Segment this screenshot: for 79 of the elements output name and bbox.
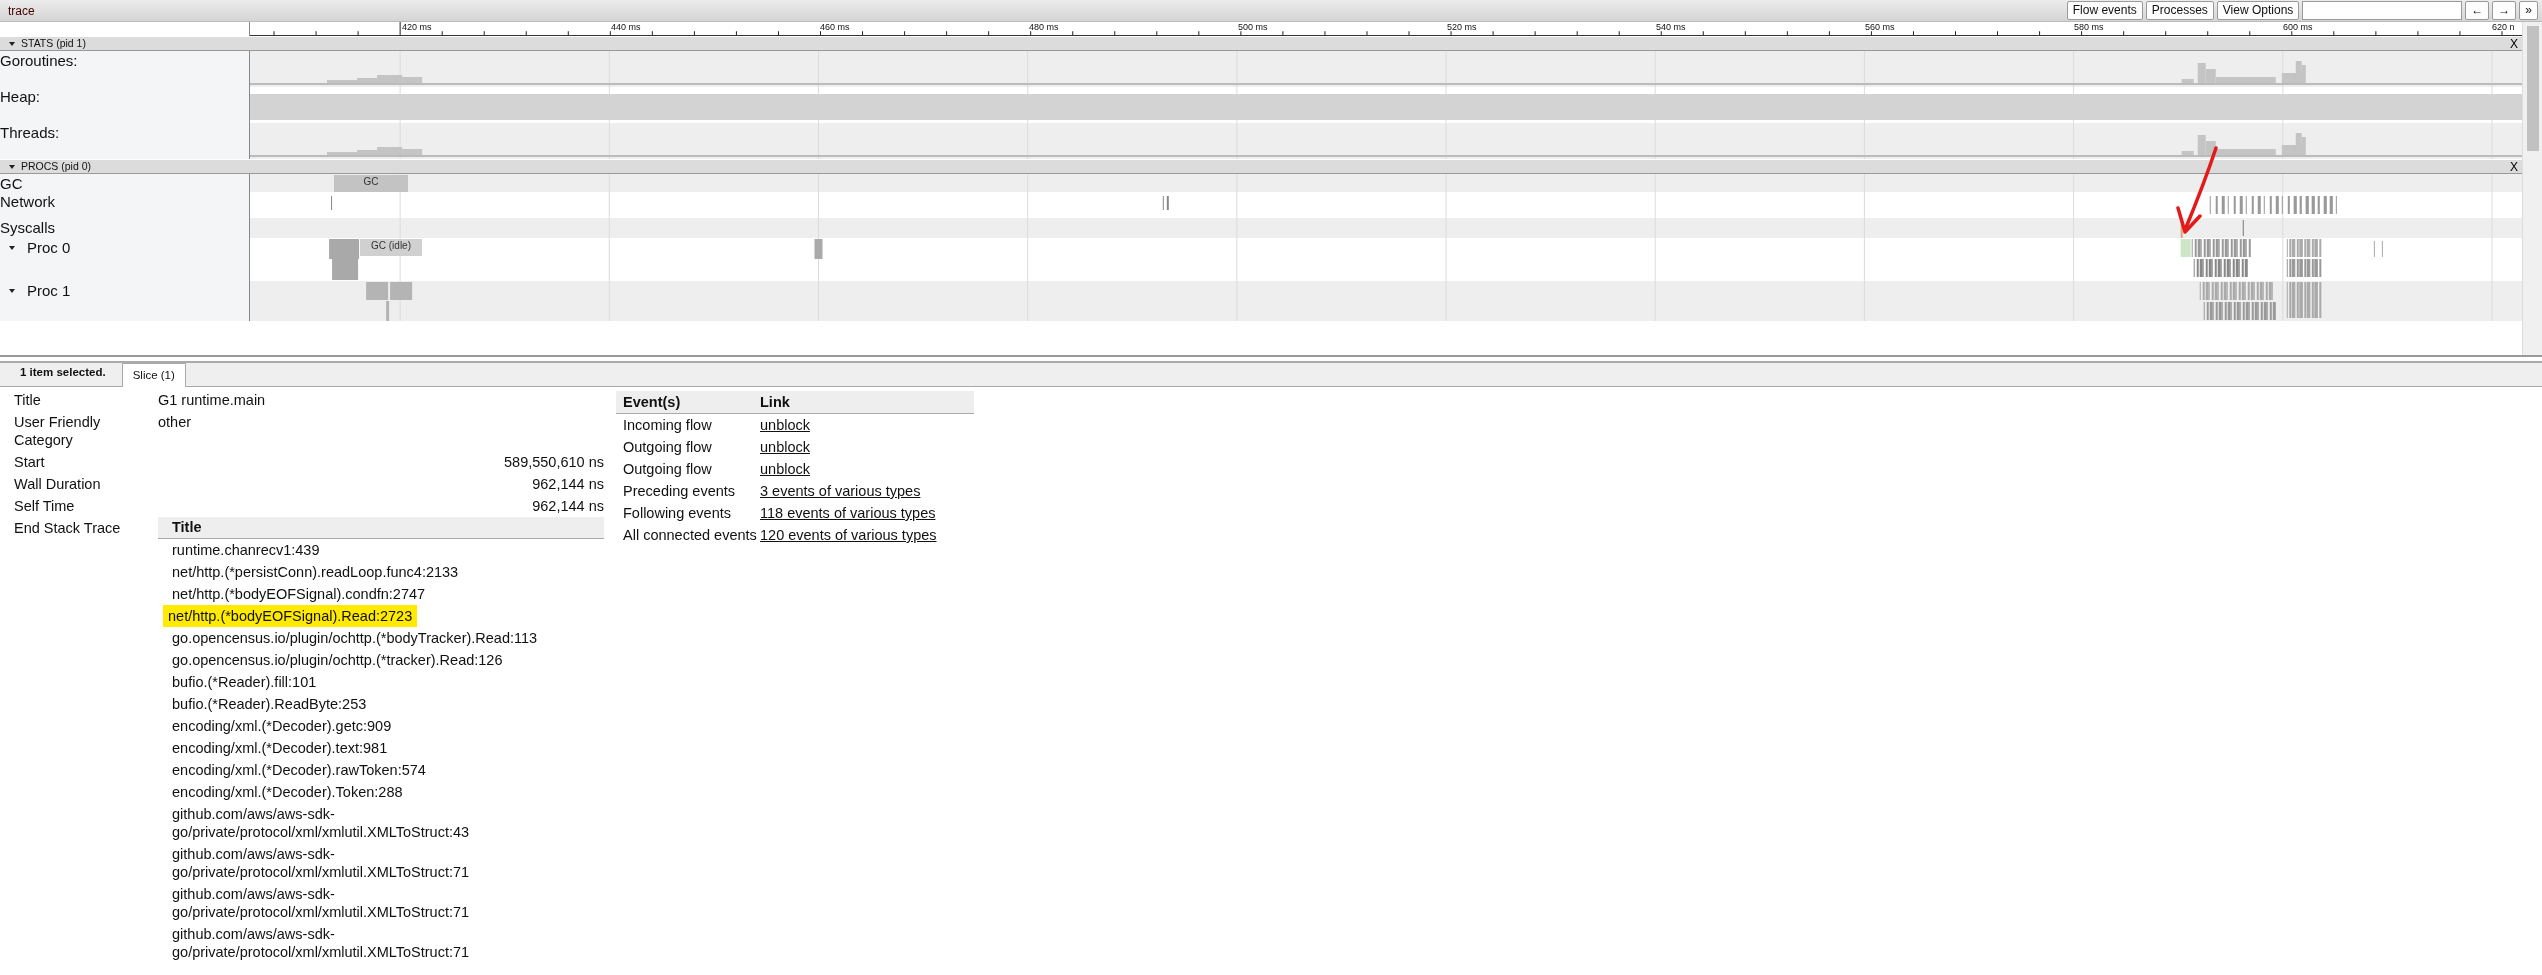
- nav-button[interactable]: →: [2492, 1, 2517, 20]
- close-button[interactable]: X: [2506, 160, 2522, 173]
- event-link[interactable]: unblock: [760, 461, 810, 477]
- stack-frame: encoding/xml.(*Decoder).Token:288: [158, 781, 403, 803]
- tick-label: 560 ms: [1865, 22, 1895, 33]
- expand-toggle-icon[interactable]: [9, 41, 15, 46]
- search-field[interactable]: [2302, 1, 2463, 20]
- column-header: Link: [760, 393, 791, 412]
- stack-frame: encoding/xml.(*Decoder).rawToken:574: [158, 759, 426, 781]
- tick-label: 460 ms: [820, 22, 850, 33]
- tick-label: 540 ms: [1656, 22, 1686, 33]
- panel-tab[interactable]: Slice (1): [121, 362, 186, 387]
- tick-label: 440 ms: [611, 22, 641, 33]
- event-link[interactable]: 118 events of various types: [760, 505, 936, 521]
- close-button[interactable]: X: [2506, 37, 2522, 50]
- tick-label: 620 n: [2492, 22, 2515, 33]
- toolbar-button[interactable]: View Options: [2216, 1, 2300, 20]
- event-link[interactable]: unblock: [760, 417, 810, 433]
- track-label: Syscalls: [0, 220, 55, 236]
- section-title: STATS (pid 1): [21, 35, 86, 51]
- stack-frame: encoding/xml.(*Decoder).text:981: [158, 737, 388, 759]
- stack-frame: encoding/xml.(*Decoder).getc:909: [158, 715, 392, 737]
- track-label: Proc 1: [27, 283, 71, 299]
- stack-frame: bufio.(*Reader).ReadByte:253: [158, 693, 367, 715]
- field-label: Title: [14, 391, 42, 410]
- selection-summary: 1 item selected.: [20, 364, 106, 380]
- tick-label: 520 ms: [1447, 22, 1477, 33]
- column-header: Title: [158, 517, 604, 539]
- nav-button[interactable]: »: [2519, 1, 2538, 20]
- event-type: Following events: [622, 504, 732, 523]
- stack-frame: github.com/aws/aws-sdk-go/private/protocol/xml/xmlutil.XMLToStruct:71: [158, 923, 604, 963]
- field-value: 589,550,610 ns: [503, 453, 604, 472]
- tick-label: 600 ms: [2283, 22, 2313, 33]
- stack-frame: runtime.chanrecv1:439: [158, 539, 320, 561]
- event-type: Outgoing flow: [622, 438, 713, 457]
- track-label: Threads:: [0, 125, 60, 141]
- track-label: Proc 0: [27, 240, 71, 256]
- expand-toggle-icon[interactable]: [9, 164, 15, 169]
- nav-button[interactable]: ←: [2465, 1, 2490, 20]
- track-label: Heap:: [0, 89, 41, 105]
- event-type: Incoming flow: [622, 416, 713, 435]
- stack-frame: net/http.(*persistConn).readLoop.func4:2133: [158, 561, 459, 583]
- field-value: other: [158, 413, 193, 432]
- section-title: PROCS (pid 0): [21, 158, 92, 174]
- trace-slice[interactable]: GC: [334, 175, 408, 192]
- window-title: trace: [8, 2, 35, 20]
- scrollbar[interactable]: [2522, 22, 2542, 355]
- stack-frame: bufio.(*Reader).fill:101: [158, 671, 317, 693]
- event-type: Preceding events: [622, 482, 737, 501]
- trace-slice[interactable]: GC (idle): [360, 239, 422, 256]
- field-label: User Friendly Category: [14, 413, 102, 450]
- column-header: Event(s): [622, 393, 682, 412]
- stack-frame: go.opencensus.io/plugin/ochttp.(*bodyTracker).Read:113: [158, 627, 538, 649]
- stack-frame: net/http.(*bodyEOFSignal).Read:2723: [163, 605, 418, 627]
- expand-toggle-icon[interactable]: [9, 289, 15, 293]
- tick-label: 580 ms: [2074, 22, 2104, 33]
- field-label: Self Time: [14, 497, 76, 516]
- field-value: G1 runtime.main: [158, 391, 267, 410]
- expand-toggle-icon[interactable]: [9, 246, 15, 250]
- tick-label: 480 ms: [1029, 22, 1059, 33]
- tick-label: 500 ms: [1238, 22, 1268, 33]
- event-link[interactable]: unblock: [760, 439, 810, 455]
- track-label: Goroutines:: [0, 53, 78, 69]
- toolbar-button[interactable]: Flow events: [2066, 1, 2143, 20]
- event-link[interactable]: 120 events of various types: [760, 527, 937, 543]
- toolbar-button[interactable]: Processes: [2145, 1, 2214, 20]
- event-link[interactable]: 3 events of various types: [760, 483, 921, 499]
- field-label: Start: [14, 453, 46, 472]
- event-type: All connected events: [622, 526, 758, 545]
- tick-label: 420 ms: [402, 22, 432, 33]
- field-label: Wall Duration: [14, 475, 102, 494]
- stack-frame: go.opencensus.io/plugin/ochttp.(*tracker).Read:126: [158, 649, 503, 671]
- field-label: End Stack Trace: [14, 519, 122, 538]
- track-label: Network: [0, 194, 55, 210]
- event-type: Outgoing flow: [622, 460, 713, 479]
- stack-frame: net/http.(*bodyEOFSignal).condfn:2747: [158, 583, 426, 605]
- field-value: 962,144 ns: [531, 497, 604, 516]
- track-label: GC: [0, 176, 23, 192]
- field-value: 962,144 ns: [531, 475, 604, 494]
